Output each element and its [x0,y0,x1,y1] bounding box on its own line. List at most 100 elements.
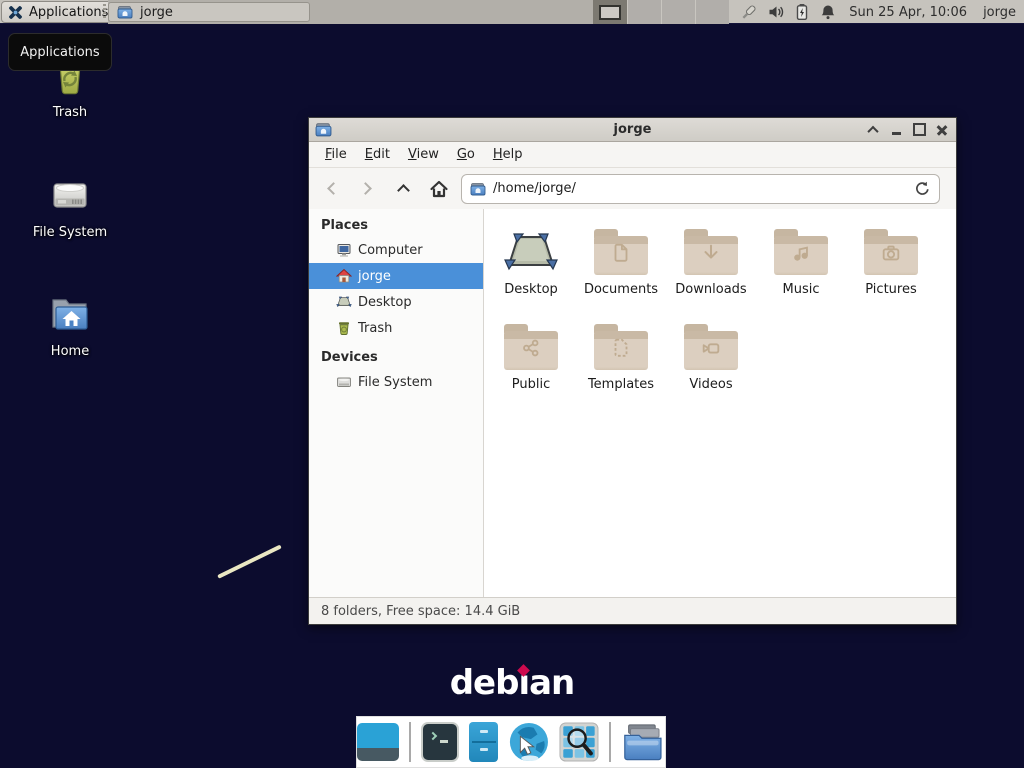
tool-icon[interactable] [739,3,758,22]
folder-public[interactable]: Public [486,314,576,409]
workspace-2[interactable] [627,0,661,24]
desktop-icon-file-system[interactable]: File System [18,172,122,240]
toolbar [309,168,956,209]
hard-drive-icon [18,172,122,220]
web-browser-icon[interactable] [508,720,550,764]
folder-templates[interactable]: Templates [576,314,666,409]
videos-folder-icon [684,324,738,370]
maximize-button[interactable] [911,122,927,138]
menu-view[interactable]: View [399,144,448,165]
back-button[interactable] [317,175,345,203]
folder-label: Templates [588,377,654,392]
desktop-icon-label: Home [18,344,122,359]
home-icon [336,268,352,284]
window-title: jorge [309,122,956,137]
folder-label: Public [512,377,550,392]
window-titlebar[interactable]: jorge [309,118,956,142]
debian-logo-text: debian [450,663,575,703]
folder-icon [470,181,486,197]
folder-label: Desktop [504,282,558,297]
sidebar-item-desktop[interactable]: Desktop [309,289,483,315]
bottom-dock [356,716,666,768]
sidebar-item-label: File System [358,375,432,390]
workspace-1[interactable] [593,0,627,24]
documents-folder-icon [594,229,648,275]
folder-label: Music [783,282,820,297]
applications-menu-icon [7,4,24,21]
sidebar-item-jorge[interactable]: jorge [309,263,483,289]
downloads-folder-icon [684,229,738,275]
sidebar-item-trash[interactable]: Trash [309,315,483,341]
file-cabinet-icon[interactable] [469,722,498,762]
sidebar-item-computer[interactable]: Computer [309,237,483,263]
desktop-icon-label: File System [18,225,122,240]
music-folder-icon [774,229,828,275]
close-button[interactable] [934,122,950,138]
folder-videos[interactable]: Videos [666,314,756,409]
workspace-switcher [593,0,729,24]
sidebar-item-label: jorge [358,269,391,284]
desktop-icon-home[interactable]: Home [18,291,122,359]
battery-charging-icon[interactable] [794,3,810,21]
shade-window-button[interactable] [865,122,881,138]
status-bar: 8 folders, Free space: 14.4 GiB [309,597,956,624]
home-button[interactable] [425,175,453,203]
menu-bar: File Edit View Go Help [309,142,956,168]
folder-downloads[interactable]: Downloads [666,219,756,314]
menu-edit[interactable]: Edit [356,144,399,165]
file-manager-icon[interactable] [621,722,665,762]
menu-go[interactable]: Go [448,144,484,165]
sidebar-item-label: Desktop [358,295,412,310]
folder-pictures[interactable]: Pictures [846,219,936,314]
tooltip-text: Applications [20,45,99,60]
minimize-button[interactable] [888,122,904,138]
desktop-icon [336,294,352,310]
location-input[interactable] [493,181,907,196]
folder-music[interactable]: Music [756,219,846,314]
reload-icon[interactable] [914,180,931,197]
folder-label: Videos [689,377,732,392]
public-folder-icon [504,324,558,370]
sidebar-item-label: Trash [358,321,392,336]
file-list: Desktop Documents Downloads [484,209,956,597]
forward-button[interactable] [353,175,381,203]
terminal-icon[interactable] [421,722,459,762]
menu-file[interactable]: File [316,144,356,165]
file-manager-window: jorge File Edit View Go Help [308,117,957,625]
notifications-bell-icon[interactable] [819,3,837,21]
home-folder-icon [18,291,122,339]
desktop-icon-label: Trash [18,105,122,120]
show-desktop-icon[interactable] [357,723,399,761]
up-button[interactable] [389,175,417,203]
menu-help[interactable]: Help [484,144,532,165]
applications-tooltip: Applications [8,33,112,71]
hard-drive-icon [336,374,352,390]
folder-desktop[interactable]: Desktop [486,219,576,314]
taskbar-item-jorge[interactable]: jorge [108,2,310,22]
panel-username[interactable]: jorge [983,5,1016,20]
folder-label: Downloads [675,282,746,297]
folder-label: Documents [584,282,658,297]
window-folder-icon[interactable] [315,121,332,138]
computer-icon [336,242,352,258]
workspace-3[interactable] [661,0,695,24]
window-taskbar: jorge [108,0,608,24]
panel-clock[interactable]: Sun 25 Apr, 10:06 [849,5,967,20]
desktop-icon [503,228,559,276]
folder-icon [117,4,133,20]
workspace-window-preview [599,5,621,20]
applications-menu-button[interactable]: Applications [1,1,117,23]
dock-separator [409,722,411,762]
panel-separator-handle [103,4,106,20]
sidebar-item-file-system[interactable]: File System [309,369,483,395]
sidebar-item-label: Computer [358,243,423,258]
volume-icon[interactable] [767,3,785,21]
location-bar[interactable] [461,174,940,204]
sidebar-header-devices: Devices [309,347,483,369]
dock-separator [609,722,611,762]
folder-documents[interactable]: Documents [576,219,666,314]
templates-folder-icon [594,324,648,370]
workspace-4[interactable] [695,0,729,24]
trash-icon [336,320,352,336]
application-finder-icon[interactable] [559,721,599,763]
